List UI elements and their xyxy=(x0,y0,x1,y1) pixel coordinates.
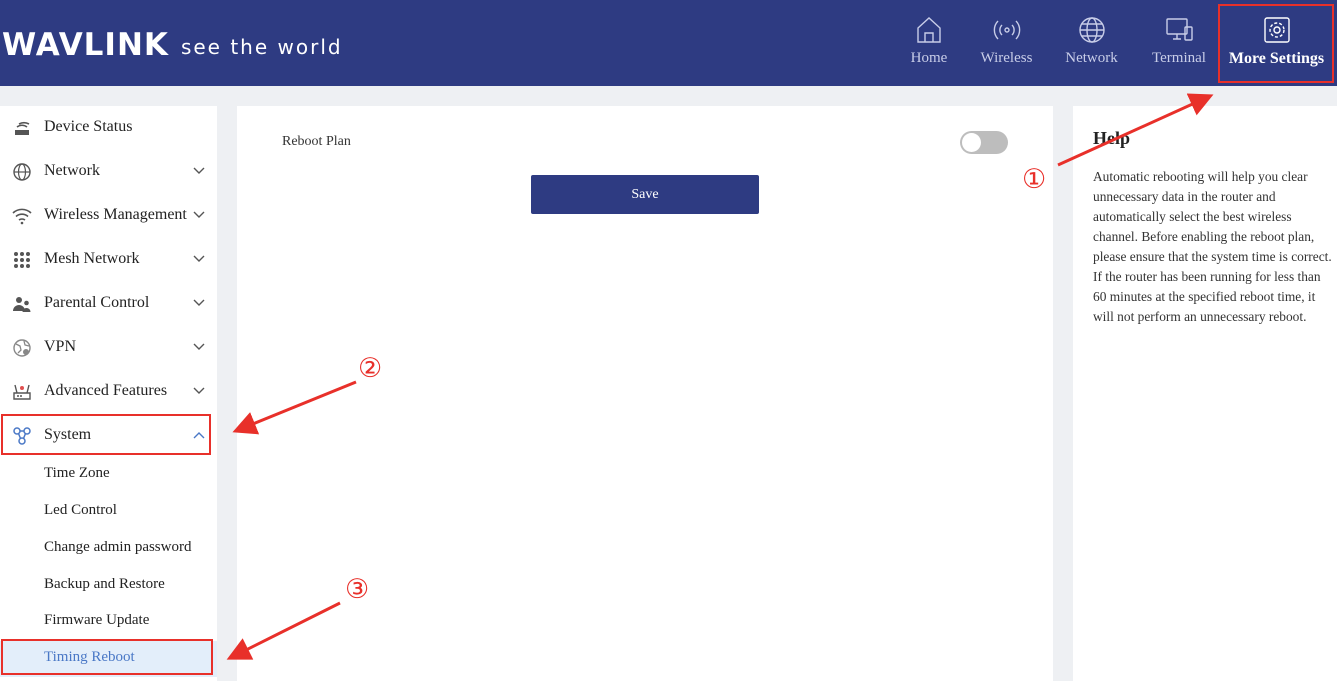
highlight-box-timing-reboot xyxy=(1,639,213,675)
sidebar-item-parental-control[interactable]: Parental Control xyxy=(0,282,217,326)
globe-icon xyxy=(13,163,31,181)
sidebar-subitem-backup-restore[interactable]: Backup and Restore xyxy=(0,568,217,604)
sidebar-item-advanced-features[interactable]: Advanced Features xyxy=(0,370,217,414)
mesh-grid-icon xyxy=(14,252,30,268)
top-header: WAVLINK see the world Home Wireless Netw… xyxy=(0,0,1337,86)
vpn-icon xyxy=(13,339,31,357)
subitem-label: Led Control xyxy=(44,502,117,518)
nav-terminal[interactable]: Terminal xyxy=(1135,0,1223,86)
nav-home-label: Home xyxy=(910,50,948,66)
home-icon xyxy=(917,17,941,43)
sidebar-subitem-firmware-update[interactable]: Firmware Update xyxy=(0,604,217,640)
subitem-label: Change admin password xyxy=(44,539,192,555)
subitem-label: Firmware Update xyxy=(44,612,150,628)
sidebar-item-label: Wireless Management xyxy=(44,206,187,223)
sidebar-item-network[interactable]: Network xyxy=(0,150,217,194)
wifi-icon xyxy=(12,208,32,225)
parental-icon xyxy=(13,297,31,312)
reboot-plan-toggle[interactable] xyxy=(960,131,1008,154)
sidebar-item-device-status[interactable]: Device Status xyxy=(0,106,217,150)
brand-tagline: see the world xyxy=(180,35,343,59)
chevron-down-icon xyxy=(193,255,205,262)
advanced-router-icon xyxy=(13,384,31,400)
nav-wireless[interactable]: Wireless xyxy=(965,0,1048,86)
chevron-down-icon xyxy=(193,387,205,394)
save-button[interactable]: Save xyxy=(531,175,759,214)
sidebar-item-mesh-network[interactable]: Mesh Network xyxy=(0,238,217,282)
highlight-box-system xyxy=(1,414,211,455)
step-marker-1: ① xyxy=(1022,164,1047,195)
reboot-plan-label: Reboot Plan xyxy=(282,134,351,149)
subitem-label: Backup and Restore xyxy=(44,576,165,592)
chevron-down-icon xyxy=(193,343,205,350)
wireless-icon xyxy=(993,20,1020,40)
highlight-box-more-settings xyxy=(1218,4,1334,83)
sidebar-item-label: Device Status xyxy=(44,118,133,135)
nav-home[interactable]: Home xyxy=(893,0,965,86)
router-icon xyxy=(15,122,30,135)
help-text: Automatic rebooting will help you clear … xyxy=(1093,169,1332,324)
help-panel: Help Automatic rebooting will help you c… xyxy=(1073,106,1337,681)
nav-wireless-label: Wireless xyxy=(980,50,1033,66)
chevron-down-icon xyxy=(193,211,205,218)
sidebar-item-label: VPN xyxy=(44,338,77,355)
sidebar-item-vpn[interactable]: VPN xyxy=(0,326,217,370)
globe-icon xyxy=(1078,17,1105,43)
help-title: Help xyxy=(1093,128,1131,148)
brand-logo[interactable]: WAVLINK see the world xyxy=(2,22,343,62)
nav-terminal-label: Terminal xyxy=(1152,50,1206,66)
toggle-knob xyxy=(962,133,981,152)
sidebar-subitem-time-zone[interactable]: Time Zone xyxy=(0,457,217,493)
brand-name: WAVLINK xyxy=(2,27,169,63)
nav-network[interactable]: Network xyxy=(1048,0,1135,86)
step-marker-3: ③ xyxy=(345,574,370,605)
nav-network-label: Network xyxy=(1065,50,1118,66)
subitem-label: Time Zone xyxy=(44,465,110,481)
sidebar-subitem-change-admin-password[interactable]: Change admin password xyxy=(0,531,217,567)
step-marker-2: ② xyxy=(358,353,383,384)
terminal-icon xyxy=(1166,18,1193,41)
sidebar-item-label: Advanced Features xyxy=(44,382,168,399)
sidebar-item-wireless-management[interactable]: Wireless Management xyxy=(0,194,217,238)
sidebar-item-label: Parental Control xyxy=(44,294,150,311)
chevron-down-icon xyxy=(193,167,205,174)
sidebar: Device Status Network Wireless Managemen… xyxy=(0,106,217,681)
sidebar-item-label: Mesh Network xyxy=(44,250,140,267)
sidebar-subitem-led-control[interactable]: Led Control xyxy=(0,494,217,530)
chevron-down-icon xyxy=(193,299,205,306)
sidebar-item-label: Network xyxy=(44,162,100,179)
